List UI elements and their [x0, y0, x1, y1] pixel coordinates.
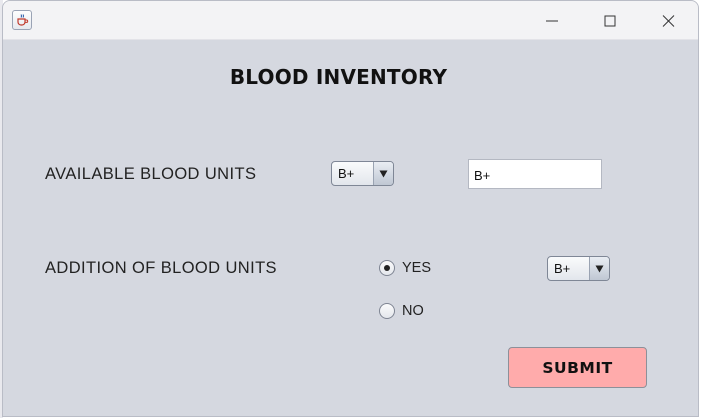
dropdown-arrow-button[interactable] [373, 162, 393, 185]
available-blood-group-select[interactable]: B+ [331, 161, 394, 186]
no-radio[interactable]: NO [379, 303, 429, 321]
minimize-icon [546, 20, 558, 22]
radio-selected-dot [384, 265, 390, 271]
page-title: BLOOD INVENTORY [229, 65, 448, 89]
close-icon [662, 15, 675, 27]
java-cup-icon[interactable] [12, 10, 32, 30]
select-value: B+ [338, 166, 355, 181]
available-blood-units-label: AVAILABLE BLOOD UNITS [45, 165, 257, 183]
dropdown-arrow-button[interactable] [589, 257, 609, 280]
app-window: BLOOD INVENTORY AVAILABLE BLOOD UNITS B+… [2, 0, 699, 417]
radio-label: NO [402, 303, 424, 319]
addition-blood-group-select[interactable]: B+ [547, 256, 610, 281]
radio-button[interactable] [379, 303, 395, 319]
maximize-icon [604, 15, 616, 27]
title-bar[interactable] [3, 1, 698, 40]
maximize-button[interactable] [590, 9, 630, 33]
chevron-down-icon [595, 265, 604, 273]
addition-blood-units-label: ADDITION OF BLOOD UNITS [45, 259, 277, 277]
submit-button[interactable]: SUBMIT [508, 347, 647, 388]
chevron-down-icon [379, 170, 388, 178]
select-value: B+ [554, 261, 571, 276]
minimize-button[interactable] [532, 9, 572, 33]
radio-button[interactable] [379, 260, 395, 276]
radio-label: YES [402, 260, 432, 276]
yes-radio[interactable]: YES [379, 260, 439, 278]
close-button[interactable] [648, 9, 688, 33]
available-units-field[interactable]: B+ [468, 159, 602, 189]
